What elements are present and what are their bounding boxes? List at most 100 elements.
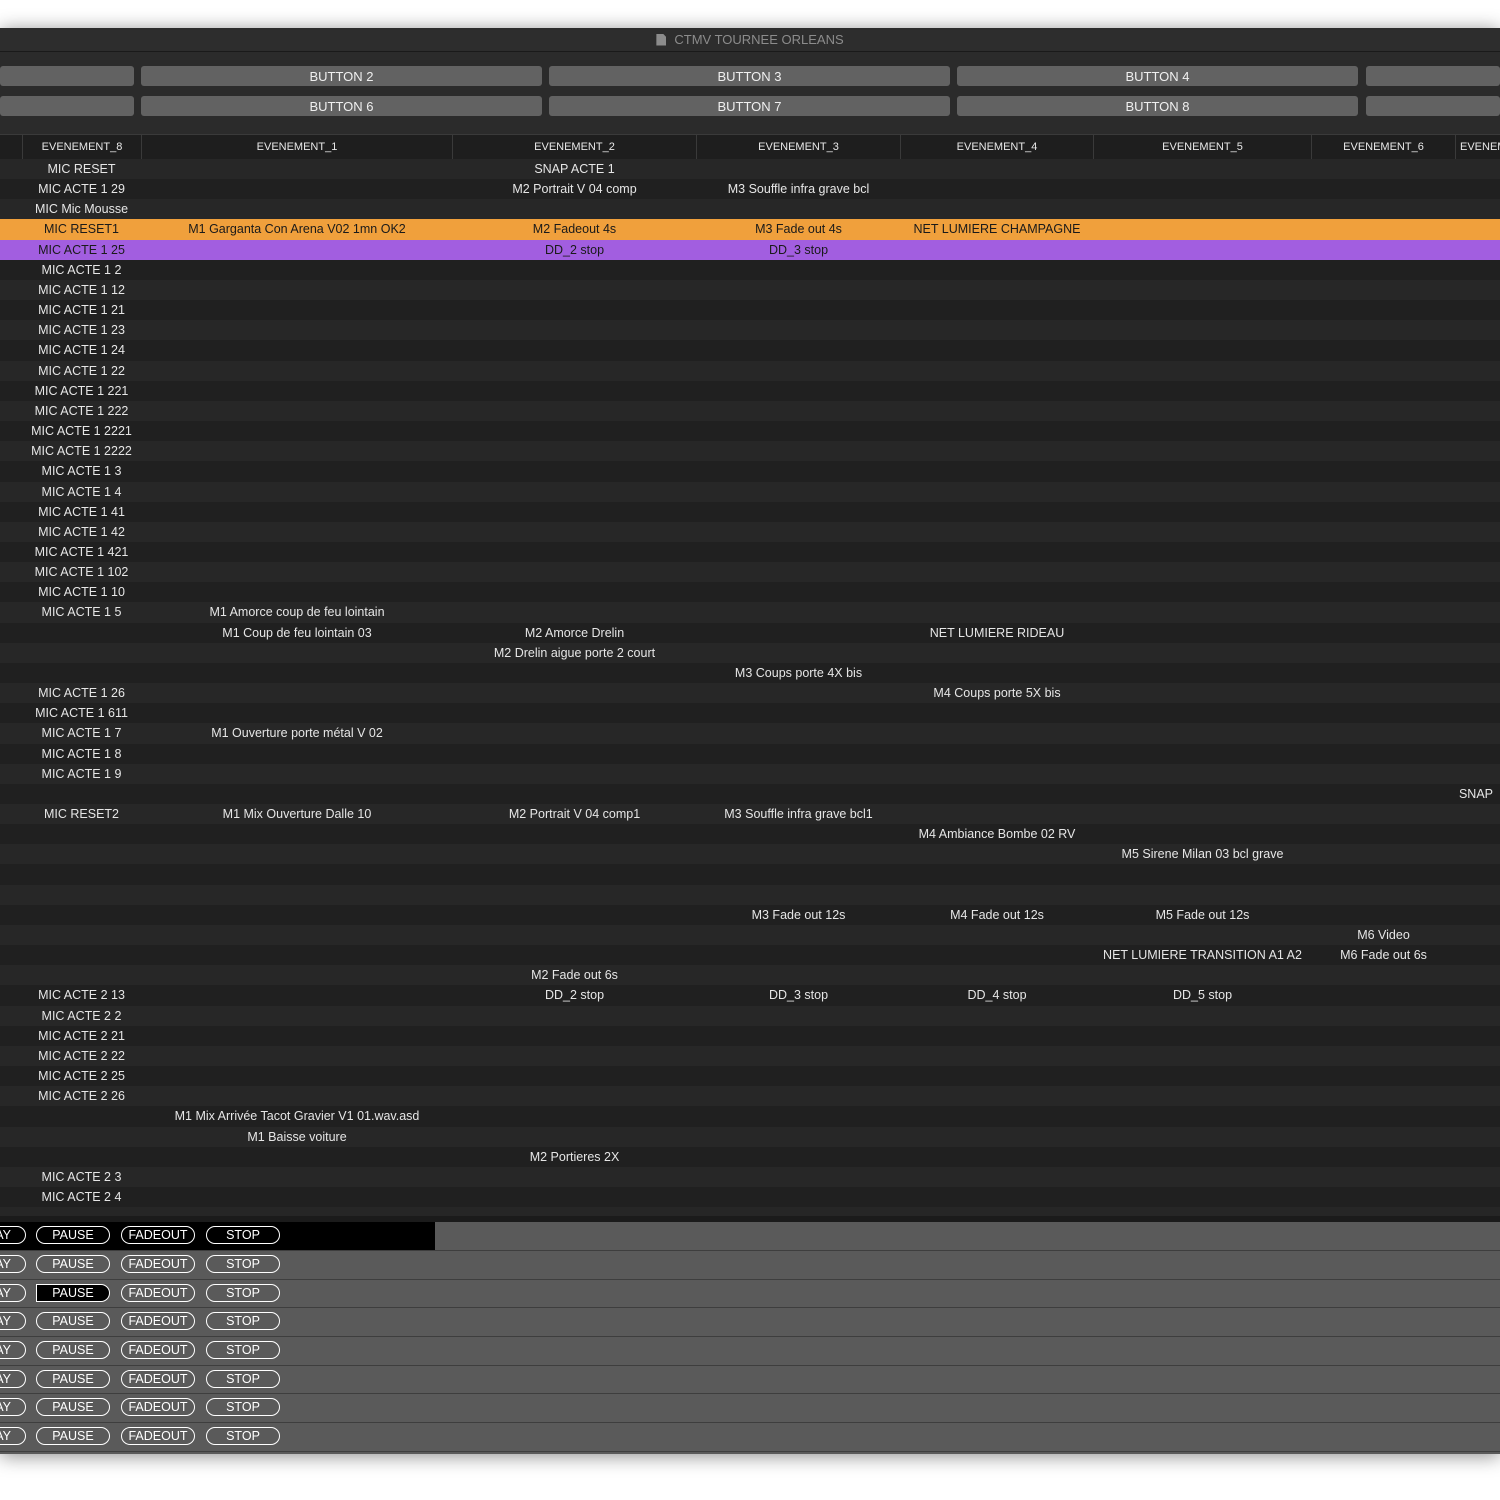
- table-cell[interactable]: [0, 965, 163, 985]
- table-cell[interactable]: MIC ACTE 1 24: [0, 340, 163, 360]
- table-cell[interactable]: [453, 905, 696, 925]
- table-cell[interactable]: [453, 421, 696, 441]
- table-cell[interactable]: [1456, 381, 1496, 401]
- table-cell[interactable]: [1456, 199, 1496, 219]
- table-cell[interactable]: [1312, 1006, 1455, 1026]
- table-cell[interactable]: [1094, 280, 1311, 300]
- table-cell[interactable]: [1094, 482, 1311, 502]
- table-cell[interactable]: [1312, 280, 1455, 300]
- table-cell[interactable]: MIC ACTE 1 2: [0, 260, 163, 280]
- table-cell[interactable]: [697, 401, 900, 421]
- table-cell[interactable]: M2 Portrait V 04 comp: [453, 179, 696, 199]
- play-button[interactable]: AY: [0, 1341, 26, 1359]
- table-cell[interactable]: [1312, 764, 1455, 784]
- table-row[interactable]: MIC ACTE 2 3: [0, 1166, 1500, 1187]
- table-cell[interactable]: M2 Fade out 6s: [453, 965, 696, 985]
- play-button[interactable]: AY: [0, 1284, 26, 1302]
- table-row[interactable]: M1 Coup de feu lointain 03 M2 Amorce Drel…: [0, 622, 1500, 643]
- table-cell[interactable]: [697, 1066, 900, 1086]
- table-cell[interactable]: MIC ACTE 2 25: [0, 1066, 163, 1086]
- table-cell[interactable]: [697, 703, 900, 723]
- table-cell[interactable]: [697, 965, 900, 985]
- table-cell[interactable]: [142, 502, 452, 522]
- table-cell[interactable]: [901, 723, 1093, 743]
- table-cell[interactable]: [0, 784, 163, 804]
- table-cell[interactable]: [453, 764, 696, 784]
- table-cell[interactable]: M1 Mix Arrivée Tacot Gravier V1 01.wav.a…: [142, 1106, 452, 1126]
- table-cell[interactable]: [697, 361, 900, 381]
- table-cell[interactable]: [1094, 361, 1311, 381]
- table-cell[interactable]: [697, 1147, 900, 1167]
- button-3[interactable]: BUTTON 3: [549, 66, 950, 86]
- table-row[interactable]: M1 Mix Arrivée Tacot Gravier V1 01.wav.a…: [0, 1106, 1500, 1127]
- table-cell[interactable]: [1094, 703, 1311, 723]
- table-cell[interactable]: [142, 784, 452, 804]
- table-cell[interactable]: [1456, 683, 1496, 703]
- table-cell[interactable]: [697, 199, 900, 219]
- fadeout-button[interactable]: FADEOUT: [121, 1255, 195, 1273]
- table-cell[interactable]: [901, 864, 1093, 884]
- table-cell[interactable]: [1312, 844, 1455, 864]
- table-row[interactable]: MIC ACTE 1 2: [0, 259, 1500, 280]
- table-cell[interactable]: [1312, 663, 1455, 683]
- table-cell[interactable]: [0, 663, 163, 683]
- table-cell[interactable]: MIC ACTE 1 102: [0, 562, 163, 582]
- table-cell[interactable]: [0, 1106, 163, 1126]
- table-row[interactable]: MIC RESET SNAP ACTE 1: [0, 159, 1500, 180]
- table-cell[interactable]: MIC ACTE 2 2: [0, 1006, 163, 1026]
- table-cell[interactable]: [453, 381, 696, 401]
- table-cell[interactable]: [453, 1187, 696, 1207]
- table-cell[interactable]: [142, 582, 452, 602]
- table-cell[interactable]: M5 Sirene Milan 03 bcl grave: [1094, 844, 1311, 864]
- table-cell[interactable]: [1456, 421, 1496, 441]
- table-cell[interactable]: [1094, 824, 1311, 844]
- table-cell[interactable]: [453, 824, 696, 844]
- play-button[interactable]: AY: [0, 1255, 26, 1273]
- table-cell[interactable]: M6 Fade out 6s: [1312, 945, 1455, 965]
- table-cell[interactable]: [142, 1086, 452, 1106]
- table-cell[interactable]: [453, 1066, 696, 1086]
- table-cell[interactable]: [0, 945, 163, 965]
- table-cell[interactable]: [697, 542, 900, 562]
- table-cell[interactable]: [697, 683, 900, 703]
- table-cell[interactable]: [1456, 260, 1496, 280]
- pause-button[interactable]: PAUSE: [36, 1312, 110, 1330]
- table-cell[interactable]: MIC ACTE 1 7: [0, 723, 163, 743]
- table-cell[interactable]: [453, 1006, 696, 1026]
- table-cell[interactable]: [0, 643, 163, 663]
- table-row[interactable]: MIC ACTE 1 3: [0, 461, 1500, 482]
- table-cell[interactable]: [1456, 744, 1496, 764]
- table-cell[interactable]: [697, 1026, 900, 1046]
- table-cell[interactable]: [142, 1167, 452, 1187]
- stop-button[interactable]: STOP: [206, 1398, 280, 1416]
- table-cell[interactable]: [901, 1006, 1093, 1026]
- play-button[interactable]: AY: [0, 1427, 26, 1445]
- table-cell[interactable]: MIC ACTE 2 21: [0, 1026, 163, 1046]
- table-cell[interactable]: [1312, 219, 1455, 239]
- table-cell[interactable]: NET LUMIERE CHAMPAGNE: [901, 219, 1093, 239]
- table-cell[interactable]: MIC ACTE 1 2222: [0, 441, 163, 461]
- button-2[interactable]: BUTTON 2: [141, 66, 542, 86]
- table-cell[interactable]: [1456, 864, 1496, 884]
- table-cell[interactable]: [142, 280, 452, 300]
- pause-button[interactable]: PAUSE: [36, 1341, 110, 1359]
- table-cell[interactable]: SNAP ACTE 1: [453, 159, 696, 179]
- table-row[interactable]: MIC ACTE 1 2222: [0, 441, 1500, 462]
- table-cell[interactable]: [142, 401, 452, 421]
- table-cell[interactable]: M4 Ambiance Bombe 02 RV: [901, 824, 1093, 844]
- button-9[interactable]: [1366, 96, 1500, 116]
- stop-button[interactable]: STOP: [206, 1312, 280, 1330]
- table-cell[interactable]: [1456, 764, 1496, 784]
- table-cell[interactable]: [1312, 965, 1455, 985]
- table-row[interactable]: MIC ACTE 1 25 DD_2 stop DD_3 stop: [0, 239, 1500, 260]
- column-header[interactable]: EVENEMENT_8: [23, 135, 142, 159]
- table-cell[interactable]: [142, 361, 452, 381]
- table-cell[interactable]: [142, 562, 452, 582]
- table-cell[interactable]: [1094, 320, 1311, 340]
- table-cell[interactable]: [1094, 744, 1311, 764]
- table-cell[interactable]: [142, 522, 452, 542]
- table-cell[interactable]: [142, 1147, 452, 1167]
- table-row[interactable]: M3 Coups porte 4X bis: [0, 662, 1500, 684]
- table-cell[interactable]: M3 Fade out 12s: [697, 905, 900, 925]
- table-cell[interactable]: [453, 925, 696, 945]
